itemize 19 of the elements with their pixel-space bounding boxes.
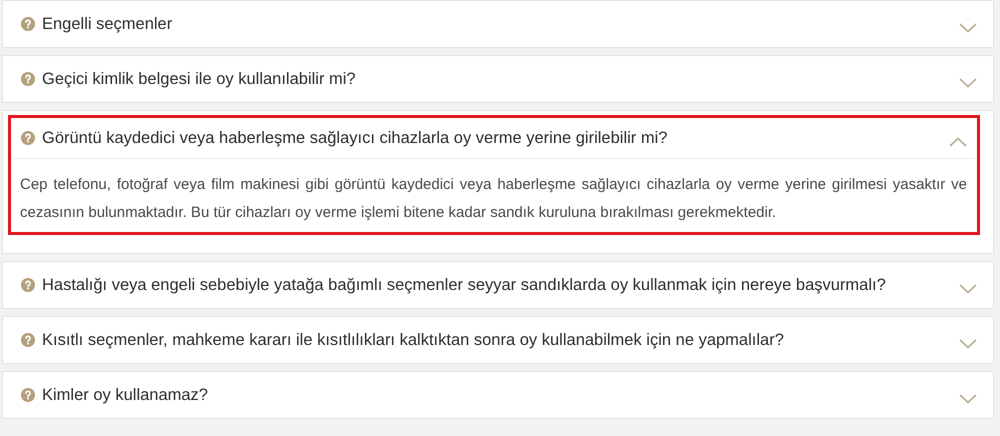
help-icon bbox=[21, 278, 35, 292]
faq-answer: Cep telefonu, fotoğraf veya film makinesi gibi görüntü kaydedici veya haberleşme sağlayıcı cihazlarla oy verme yerine girilmesi yasaktır ve cezasının bulunmaktadır. Bu tür cihazları oy verme işlemi bitene kadar sandık kuruluna bırakılması gerekmektedir. bbox=[11, 158, 977, 232]
chevron-up-icon[interactable] bbox=[949, 137, 967, 147]
chevron-down-icon[interactable] bbox=[959, 23, 977, 33]
faq-question[interactable]: Görüntü kaydedici veya haberleşme sağlayıcı cihazlarla oy verme yerine girilebilir mi? bbox=[42, 127, 939, 149]
faq-question[interactable]: Hastalığı veya engeli sebebiyle yatağa bağımlı seçmenler seyyar sandıklarda oy kullanmak için nereye başvurmalı? bbox=[42, 274, 949, 296]
faq-question[interactable]: Kısıtlı seçmenler, mahkeme kararı ile kısıtlılıkları kalktıktan sonra oy kullanabilmek için ne yapmalılar? bbox=[42, 329, 949, 351]
chevron-down-icon[interactable] bbox=[959, 78, 977, 88]
help-icon bbox=[21, 17, 35, 31]
faq-question[interactable]: Geçici kimlik belgesi ile oy kullanılabilir mi? bbox=[42, 68, 949, 90]
chevron-down-icon[interactable] bbox=[959, 284, 977, 294]
faq-question[interactable]: Kimler oy kullanamaz? bbox=[42, 384, 949, 406]
help-icon bbox=[21, 131, 35, 145]
faq-question[interactable]: Engelli seçmenler bbox=[42, 13, 949, 35]
help-icon bbox=[21, 72, 35, 86]
chevron-down-icon[interactable] bbox=[959, 339, 977, 349]
help-icon bbox=[21, 333, 35, 347]
help-icon bbox=[21, 388, 35, 402]
chevron-down-icon[interactable] bbox=[959, 394, 977, 404]
